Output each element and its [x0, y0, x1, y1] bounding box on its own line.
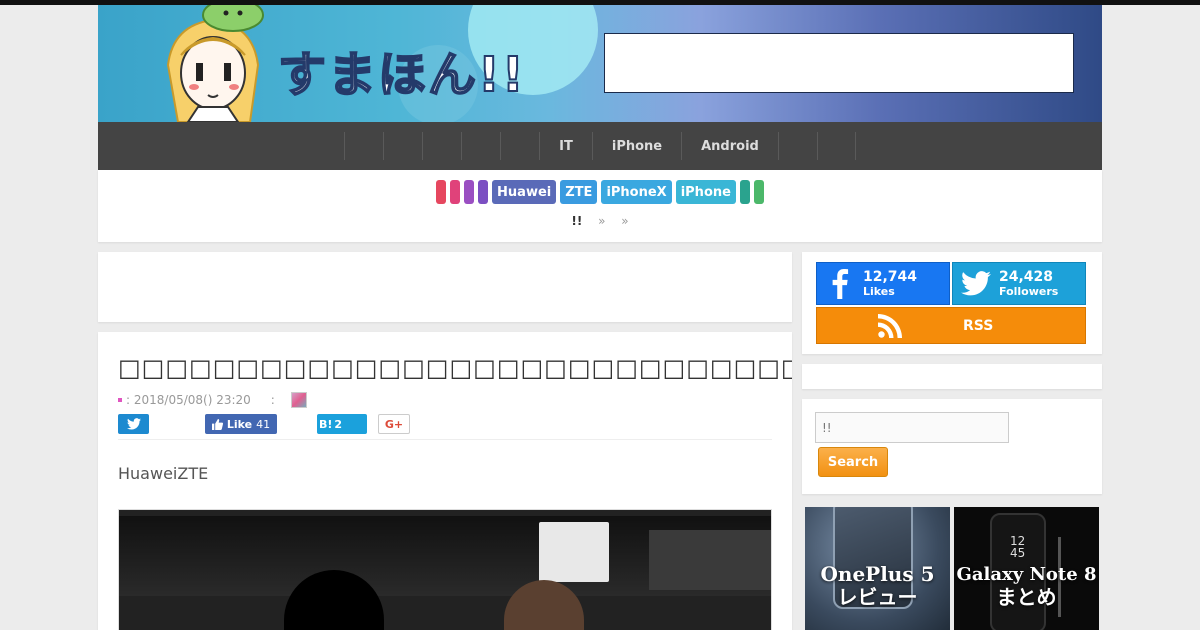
- nav-item-2[interactable]: [383, 132, 422, 160]
- facebook-like-count: 41: [256, 417, 271, 431]
- rss-label: RSS: [963, 317, 994, 334]
- breadcrumb-separator: »: [621, 214, 629, 228]
- article-meta: : 2018/05/08() 23:20 :: [118, 392, 307, 408]
- share-bar: Like 41 B! 2 G+: [118, 414, 772, 440]
- promo-title: OnePlus 5: [820, 562, 935, 586]
- nav-item-it[interactable]: IT: [539, 132, 592, 160]
- sidebar-search: Search: [802, 399, 1102, 494]
- article-title: □□□□□□□□□□□□□□□□□□□□□□□□□□□□□□□□□□□□□□□: [118, 354, 792, 382]
- facebook-likes-label: Likes: [863, 284, 895, 298]
- hatena-count: 2: [334, 417, 343, 431]
- search-input[interactable]: [815, 412, 1009, 443]
- image-chair: [649, 530, 771, 590]
- thumbs-up-icon: [211, 418, 223, 430]
- tag-huawei[interactable]: Huawei: [492, 180, 557, 204]
- tag-9[interactable]: [739, 180, 750, 204]
- breadcrumb-home[interactable]: !!: [571, 214, 582, 228]
- tag-3[interactable]: [464, 180, 475, 204]
- date-icon: [118, 398, 122, 402]
- promo-oneplus5-review[interactable]: OnePlus 5 レビュー: [805, 507, 950, 630]
- author-avatar[interactable]: [290, 392, 307, 408]
- facebook-like-label: Like: [226, 417, 253, 431]
- search-button[interactable]: Search: [818, 447, 888, 477]
- twitter-share-button[interactable]: [118, 414, 149, 434]
- tag-2[interactable]: [450, 180, 461, 204]
- tag-10[interactable]: [753, 180, 764, 204]
- image-monitor: [539, 522, 609, 582]
- tag-zte[interactable]: ZTE: [560, 180, 598, 204]
- tag-iphonex[interactable]: iPhoneX: [601, 180, 672, 204]
- tag-iphone[interactable]: iPhone: [675, 180, 736, 204]
- facebook-likes-count: 12,744: [863, 268, 918, 285]
- twitter-followers-label: Followers: [999, 284, 1059, 298]
- twitter-bird-icon: [126, 418, 141, 430]
- nav-item-4[interactable]: [461, 132, 500, 160]
- tag-4[interactable]: [478, 180, 489, 204]
- nav-item-9[interactable]: [777, 132, 817, 160]
- article: □□□□□□□□□□□□□□□□□□□□□□□□□□□□□□□□□□□□□□□ …: [98, 332, 792, 630]
- nav-item-android[interactable]: Android: [681, 132, 778, 160]
- facebook-like-button[interactable]: Like 41: [205, 414, 277, 434]
- promo-title: Galaxy Note 8: [956, 564, 1097, 585]
- article-image[interactable]: [118, 509, 772, 630]
- mascot-illustration[interactable]: [138, 5, 278, 122]
- promo-galaxy-note8-summary[interactable]: 12 45 Galaxy Note 8 まとめ: [954, 507, 1099, 630]
- nav-item-3[interactable]: [422, 132, 461, 160]
- ad-placeholder: [98, 252, 792, 322]
- tag-1[interactable]: [436, 180, 447, 204]
- header-search-input[interactable]: [604, 33, 1074, 93]
- google-plus-button[interactable]: G+: [378, 414, 410, 434]
- nav-item-10[interactable]: [816, 132, 856, 160]
- nav-item-iphone[interactable]: iPhone: [591, 132, 681, 160]
- hatena-bookmark-button[interactable]: B! 2: [317, 414, 367, 434]
- facebook-follow-button[interactable]: 12,744 Likes: [816, 262, 950, 305]
- breadcrumb-separator: »: [598, 214, 606, 228]
- tag-bar: Huawei ZTE iPhoneX iPhone !! » »: [98, 170, 1102, 242]
- twitter-followers-count: 24,428: [999, 268, 1054, 285]
- hatena-icon: B!: [319, 417, 333, 431]
- rss-icon: [817, 313, 963, 338]
- twitter-follow-button[interactable]: 24,428 Followers: [952, 262, 1086, 305]
- main-nav: IT iPhone Android: [98, 122, 1102, 170]
- article-date: : 2018/05/08() 23:20: [126, 393, 251, 407]
- tag-list: Huawei ZTE iPhoneX iPhone: [98, 180, 1102, 204]
- author-label: :: [270, 393, 275, 407]
- social-follow-box: 12,744 Likes 24,428 Followers RSS: [802, 252, 1102, 354]
- nav-item-5[interactable]: [500, 132, 539, 160]
- article-lead: HuaweiZTE: [118, 464, 209, 483]
- breadcrumb: !! » »: [98, 214, 1102, 228]
- twitter-bird-icon: [953, 263, 999, 304]
- phone-clock: 12 45: [1010, 534, 1026, 560]
- site-header: すまほん!!: [98, 5, 1102, 122]
- promo-subtitle: まとめ: [996, 585, 1057, 609]
- sidebar-widget: [802, 364, 1102, 389]
- facebook-icon: [817, 263, 863, 304]
- nav-item-1[interactable]: [344, 132, 383, 160]
- site-logo-text[interactable]: すまほん!!: [277, 35, 526, 105]
- rss-button[interactable]: RSS: [816, 307, 1086, 344]
- promo-subtitle: レビュー: [837, 585, 918, 609]
